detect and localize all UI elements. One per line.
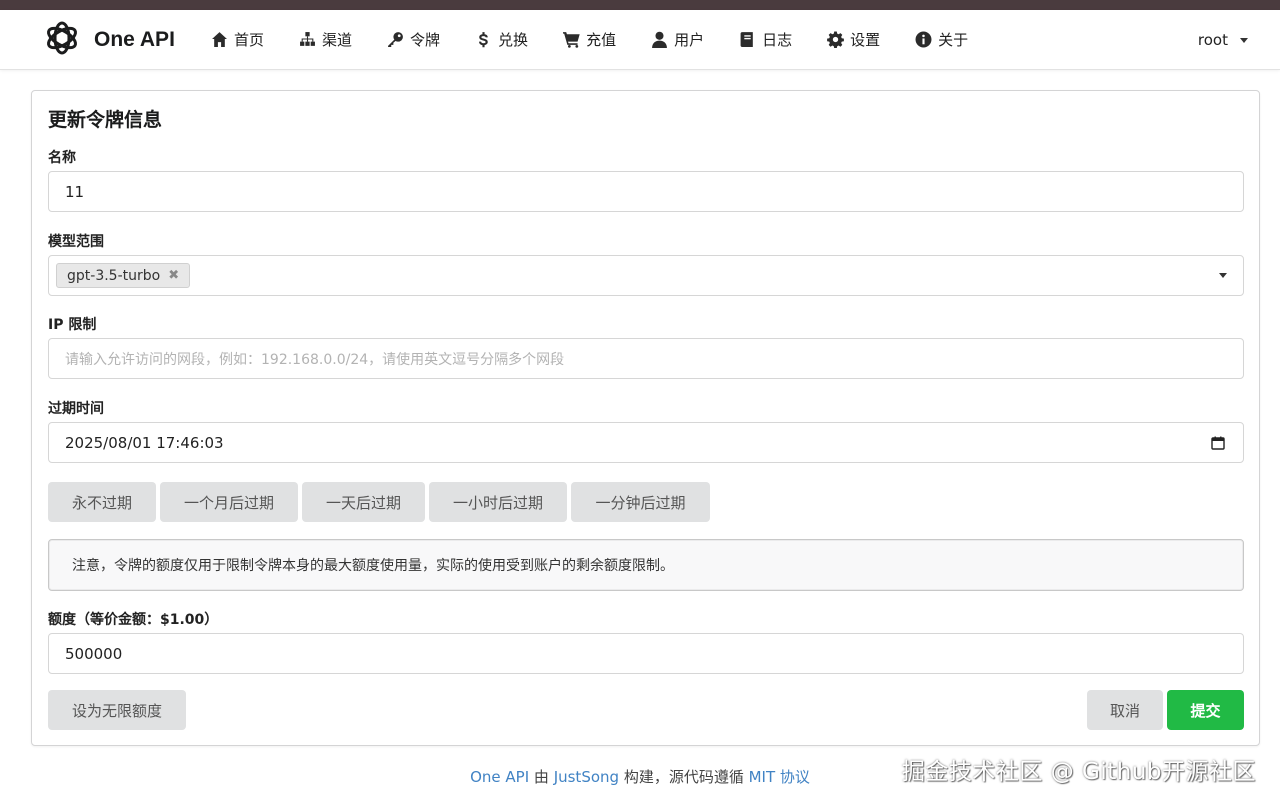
quota-value: 500000: [65, 644, 123, 663]
models-label: 模型范围: [48, 234, 104, 250]
window-top-strip: [0, 0, 1280, 10]
nav-item-logs[interactable]: 日志: [739, 10, 792, 70]
nav-item-topup[interactable]: 充值: [563, 10, 616, 70]
name-input-value: 11: [65, 182, 85, 201]
quota-notice: 注意，令牌的额度仅用于限制令牌本身的最大额度使用量，实际的使用受到账户的剩余额度…: [48, 539, 1244, 591]
nav-label: 首页: [234, 31, 265, 49]
expiry-value: 2025/08/01 17:46:03: [65, 433, 224, 452]
calendar-icon[interactable]: [1211, 436, 1225, 450]
info-icon: [915, 31, 932, 48]
footer-text-by: 由: [529, 768, 554, 786]
nav-label: 兑换: [498, 31, 529, 49]
nav-item-settings[interactable]: 设置: [827, 10, 880, 70]
sitemap-icon: [300, 32, 315, 46]
brand-name: One API: [94, 27, 175, 51]
nav-item-tokens[interactable]: 令牌: [387, 10, 440, 70]
footer-brand-link[interactable]: One API: [470, 768, 529, 786]
nav-label: 充值: [586, 31, 617, 49]
nav-item-home[interactable]: 首页: [211, 10, 264, 70]
model-chip-label: gpt-3.5-turbo: [67, 267, 161, 284]
quota-input[interactable]: 500000: [48, 633, 1244, 674]
nav-label: 用户: [674, 31, 705, 49]
expire-one-month-button[interactable]: 一个月后过期: [160, 482, 298, 522]
dollar-icon: [479, 32, 488, 48]
footer-text-mid: 构建，源代码遵循: [619, 768, 749, 786]
key-icon: [388, 32, 403, 47]
expiry-label: 过期时间: [48, 401, 104, 417]
expiry-datetime-input[interactable]: 2025/08/01 17:46:03: [48, 422, 1244, 463]
nav-label: 设置: [850, 31, 881, 49]
model-chip: gpt-3.5-turbo ✖: [56, 263, 191, 288]
username: root: [1197, 31, 1228, 49]
nav-item-channels[interactable]: 渠道: [299, 10, 352, 70]
nav-label: 日志: [762, 31, 793, 49]
top-navbar: One API 首页 渠道 令牌 兑换 充值 用户 日志 设置 关于 root: [0, 10, 1280, 70]
nav-label: 渠道: [322, 31, 353, 49]
never-expire-button[interactable]: 永不过期: [48, 482, 156, 522]
ip-limit-input[interactable]: 请输入允许访问的网段，例如：192.168.0.0/24，请使用英文逗号分隔多个…: [48, 338, 1244, 379]
nav-label: 关于: [938, 31, 969, 49]
nav-item-about[interactable]: 关于: [915, 10, 968, 70]
footer-license-link[interactable]: MIT 协议: [749, 768, 810, 786]
cart-icon: [563, 32, 580, 48]
edit-token-form: 更新令牌信息 名称 11 模型范围 gpt-3.5-turbo ✖ IP 限制 …: [31, 90, 1260, 746]
user-menu-dropdown[interactable]: root: [1198, 10, 1248, 70]
cancel-button[interactable]: 取消: [1087, 690, 1163, 730]
user-icon: [652, 31, 668, 48]
page-title: 更新令牌信息: [48, 109, 163, 131]
chevron-down-icon[interactable]: [1219, 273, 1227, 278]
name-input[interactable]: 11: [48, 171, 1244, 212]
gear-icon: [827, 31, 845, 48]
nav-item-redeem[interactable]: 兑换: [475, 10, 528, 70]
submit-button[interactable]: 提交: [1167, 690, 1244, 730]
unlimited-quota-button[interactable]: 设为无限额度: [48, 690, 186, 730]
footer-author-link[interactable]: JustSong: [554, 768, 619, 786]
chevron-down-icon: [1240, 37, 1248, 43]
watermark: 掘金技术社区 @ Github开源社区: [901, 759, 1256, 785]
nav-label: 令牌: [410, 31, 441, 49]
remove-icon[interactable]: ✖: [168, 268, 179, 283]
quota-label: 额度（等价金额：$1.00）: [48, 612, 219, 628]
ip-limit-placeholder: 请输入允许访问的网段，例如：192.168.0.0/24，请使用英文逗号分隔多个…: [65, 351, 565, 368]
nav-item-users[interactable]: 用户: [651, 10, 704, 70]
expire-one-hour-button[interactable]: 一小时后过期: [429, 482, 567, 522]
openai-logo-icon: [42, 18, 82, 62]
expire-one-day-button[interactable]: 一天后过期: [302, 482, 425, 522]
home-icon: [212, 32, 227, 47]
ip-limit-label: IP 限制: [48, 317, 97, 333]
book-icon: [740, 32, 753, 47]
name-label: 名称: [48, 150, 76, 166]
brand[interactable]: One API: [42, 18, 192, 62]
expire-one-minute-button[interactable]: 一分钟后过期: [571, 482, 710, 522]
models-select[interactable]: gpt-3.5-turbo ✖: [48, 255, 1244, 296]
